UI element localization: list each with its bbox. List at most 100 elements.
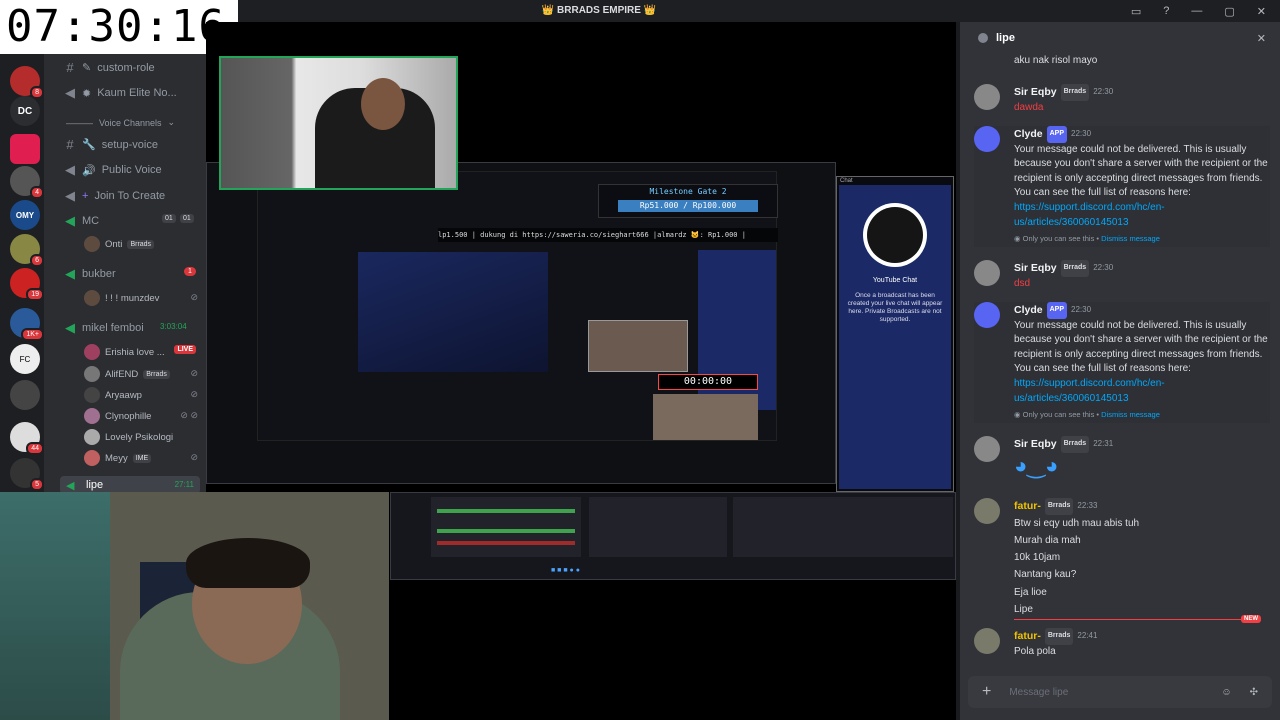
obs-controls [733,497,953,557]
obs-logo-icon [863,203,927,267]
avatar[interactable] [974,436,1000,462]
support-link[interactable]: https://support.discord.com/hc/en-us/art… [1014,378,1165,404]
server-icon-omy[interactable]: OMY [10,200,40,230]
help-icon[interactable]: ? [1163,5,1169,17]
avatar [84,387,100,403]
voice-user[interactable]: Aryaawp [84,387,142,403]
obs-preview: Milestone Gate 2 Rp51.000 / Rp100.000 lp… [206,162,836,484]
voice-user[interactable]: Meyy IME [84,450,152,466]
mute-icon: ⊘ [190,389,198,399]
donation-ticker: lp1.500 | dukung di https://saweria.co/s… [438,228,778,242]
wrench-icon: 🔧 [82,139,96,151]
server-icon[interactable]: 8 [10,66,44,99]
server-icon[interactable] [10,134,40,164]
close-window-icon[interactable]: ✕ [1257,5,1266,18]
channel-setup-voice[interactable]: # 🔧 setup-voice [64,137,158,152]
voice-user[interactable]: Lovely Psikologi [84,429,173,445]
speaker-icon: ◀ [66,480,75,492]
inbox-icon[interactable]: ▭ [1131,5,1141,18]
channel-kaum-elite[interactable]: ◀ ✹ Kaum Elite No... [64,85,177,101]
minimize-icon[interactable]: — [1191,5,1202,17]
maximize-icon[interactable]: ▢ [1224,5,1234,18]
avatar[interactable] [974,260,1000,286]
close-dm-icon[interactable]: ✕ [1257,32,1266,45]
avatar [84,290,100,306]
channel-mikel-femboi[interactable]: ◀ mikel femboi [64,320,144,336]
voice-user[interactable]: Erishia love ... [84,344,165,360]
avatar [84,408,100,424]
avatar [84,236,100,252]
server-icon-fc[interactable]: FC [10,344,40,374]
speaker-icon: ◀ [65,162,75,177]
chat-message-system: Clyde APP 22:30 Your message could not be … [974,126,1270,247]
obs-dock: ■ ■ ■ ● ● [390,492,956,580]
clock-overlay: 07:30:16 [0,0,238,54]
voice-user[interactable]: Onti Brrads [84,236,155,252]
mute-icon: ⊘ [190,452,198,462]
taskbar-icons: ■ ■ ■ ● ● [551,567,580,574]
hash-icon: # [66,60,74,75]
voice-user[interactable]: ! ! ! munzdev [84,290,159,306]
avatar[interactable] [974,498,1000,524]
emoji-sticker-icon: ◕‿◕ [1014,452,1059,478]
apps-icon[interactable]: ✣ [1250,687,1258,698]
server-icon[interactable]: 5 [10,458,44,491]
server-icon-dc[interactable]: DC [10,96,40,126]
nested-scene [358,252,548,372]
yt-chat-body: YouTube Chat Once a broadcast has been c… [839,185,951,489]
window-title: 👑 BRRADS EMPIRE 👑 [238,0,960,22]
channel-public-voice[interactable]: ◀ 🔊 Public Voice [64,162,162,178]
add-attachment-icon[interactable]: + [982,683,991,701]
message-input[interactable]: Message lipe [1009,687,1203,698]
new-badge: NEW [1241,615,1261,623]
status-icon [978,33,988,43]
voice-user[interactable]: Clynophille [84,408,151,424]
audio-mixer [431,497,581,557]
window-controls: ▭ ? — ▢ ✕ [960,0,1280,22]
avatar[interactable] [974,628,1000,654]
clyde-avatar[interactable] [974,126,1000,152]
server-icon[interactable]: 44 [10,422,44,455]
clyde-avatar[interactable] [974,302,1000,328]
chat-message: aku nak risol mayo [1014,55,1098,66]
server-icon[interactable]: 4 [10,166,44,199]
dismiss-button[interactable]: Dismiss message [1101,410,1160,419]
emoji-icon[interactable]: ☺ [1221,687,1231,698]
new-messages-divider [1014,619,1244,620]
server-icon[interactable] [10,380,40,410]
stream-timer: 00:00:00 [658,374,758,390]
user-count: 01 [162,214,176,223]
avatar [84,344,100,360]
category-voice-channels[interactable]: ——— Voice Channels ⌄ [66,117,175,128]
nested-webcam-large [653,394,758,440]
channel-join-to-create[interactable]: ◀ + Join To Create [64,188,165,204]
dismiss-button[interactable]: Dismiss message [1101,234,1160,243]
nested-webcam [588,320,688,372]
user-webcam [0,492,389,720]
server-icon[interactable]: 19 [10,268,44,301]
milestone-widget: Milestone Gate 2 Rp51.000 / Rp100.000 [598,184,778,218]
avatar[interactable] [974,84,1000,110]
voice-user[interactable]: AlifEND Brrads [84,366,170,382]
speaker-icon: ◀ [65,85,75,100]
unread-badge: 1 [184,267,196,276]
message-composer: + Message lipe ☺ ✣ [968,676,1272,708]
dm-header: lipe ✕ [960,22,1280,54]
support-link[interactable]: https://support.discord.com/hc/en-us/art… [1014,202,1165,228]
server-sidebar: 8 DC 4 OMY 6 19 1K+ FC 44 5 [0,54,44,494]
deafen-icon: ⊘ [190,292,198,302]
channel-mc[interactable]: ◀ MC [64,213,99,229]
channel-custom-role[interactable]: # ✎ custom-role [64,60,154,75]
eye-icon: ◉ [1014,410,1023,420]
speaker-icon: ◀ [65,213,75,228]
sun-icon: ✹ [82,87,92,100]
server-icon[interactable]: 6 [10,234,44,267]
nested-preview: Milestone Gate 2 Rp51.000 / Rp100.000 lp… [257,171,778,441]
hash-icon: # [66,137,74,152]
server-icon[interactable]: 1K+ [10,308,44,341]
avatar [84,429,100,445]
user-limit: 01 [180,214,194,223]
chat-message: Sir Eqby Brrads 22:30 dsd [974,260,1270,291]
chat-message: Sir Eqby Brrads 22:31 ◕‿◕ [974,436,1270,479]
channel-bukber[interactable]: ◀ bukber [64,266,116,282]
